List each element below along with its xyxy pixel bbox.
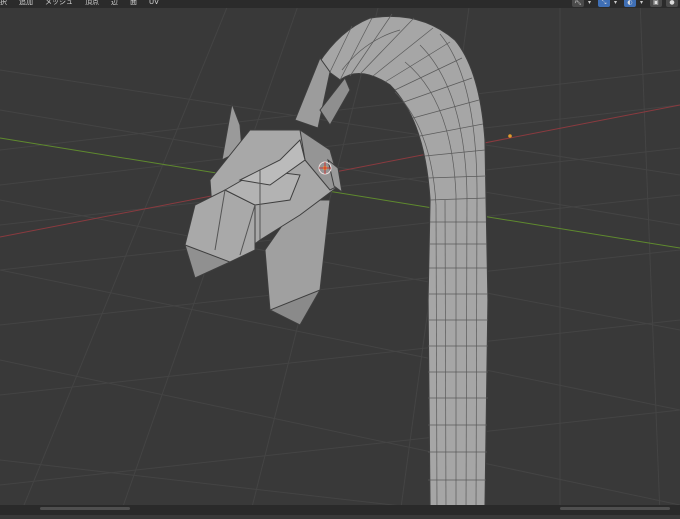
chevron-down-icon[interactable]: ▾ [614, 0, 620, 7]
object-origin-icon[interactable] [318, 161, 332, 175]
viewport-scene[interactable] [0, 0, 680, 516]
magnet-icon[interactable]: ⛏ [572, 0, 584, 7]
menu-select[interactable]: 択 [0, 0, 7, 8]
overlay-icon[interactable]: ◐ [624, 0, 636, 7]
chevron-down-icon[interactable]: ▾ [588, 0, 594, 7]
header-menu: 択 追加 メッシュ 頂点 辺 面 UV [0, 0, 159, 8]
x-axis-line [0, 104, 680, 238]
menu-mesh[interactable]: メッシュ [45, 0, 73, 8]
timeline-segment [560, 507, 670, 510]
menu-uv[interactable]: UV [149, 0, 159, 8]
menu-face[interactable]: 面 [130, 0, 137, 8]
menu-edge[interactable]: 辺 [111, 0, 118, 8]
xray-icon[interactable]: ▣ [650, 0, 662, 7]
solid-shading-icon[interactable]: ● [666, 0, 678, 7]
proportional-edit-icon[interactable]: ⤡ [598, 0, 610, 7]
menu-add[interactable]: 追加 [19, 0, 33, 8]
timeline-segment [40, 507, 130, 510]
header-tools: ⛏ ▾ ⤡ ▾ ◐ ▾ ▣ ● [572, 0, 678, 8]
timeline-strip[interactable] [0, 505, 680, 515]
light-dot[interactable] [508, 134, 512, 138]
chevron-down-icon[interactable]: ▾ [640, 0, 646, 7]
viewport-header: 択 追加 メッシュ 頂点 辺 面 UV ⛏ ▾ ⤡ ▾ ◐ ▾ ▣ ● [0, 0, 680, 8]
dragon-head-mesh[interactable] [184, 56, 351, 326]
menu-vertex[interactable]: 頂点 [85, 0, 99, 8]
3d-viewport[interactable] [0, 0, 680, 516]
y-axis-line [0, 137, 680, 249]
